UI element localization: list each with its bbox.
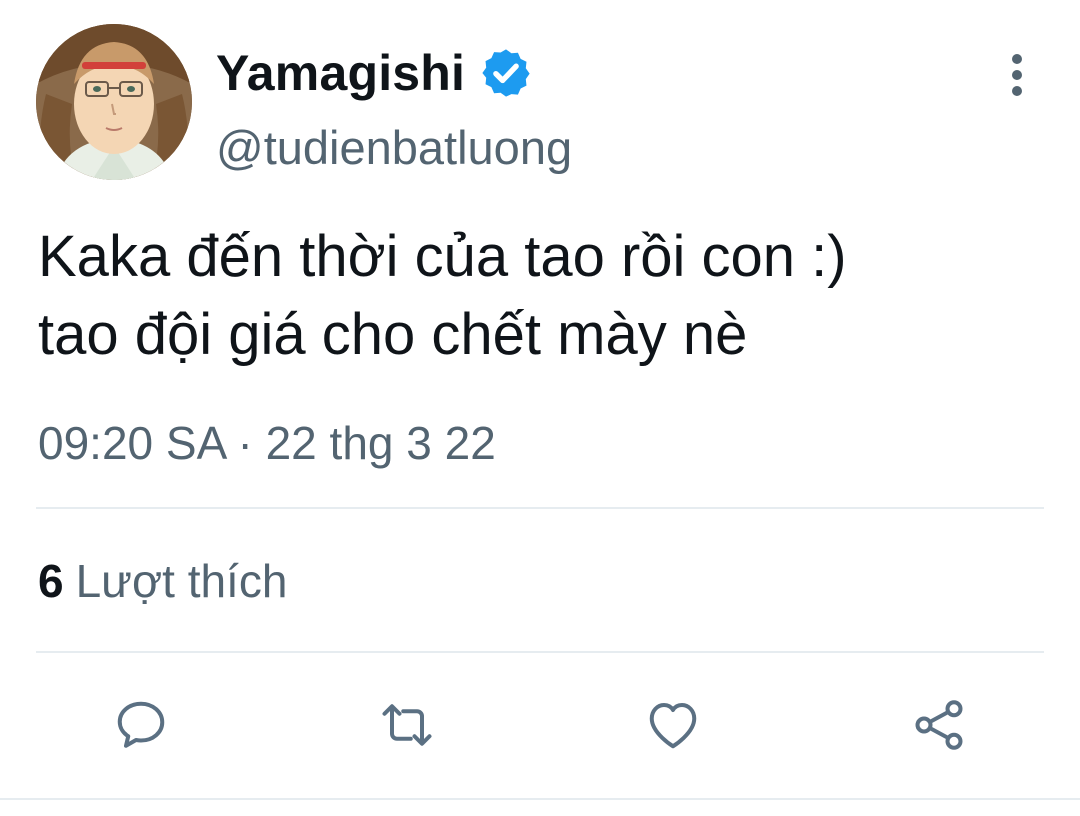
author-name[interactable]: Yamagishi <box>216 44 465 102</box>
avatar[interactable] <box>36 24 192 180</box>
likes-label: Lượt thích <box>75 555 288 607</box>
tweet-text-line: tao đội giá cho chết mày nè <box>38 302 748 367</box>
comment-icon <box>117 701 165 748</box>
retweet-icon <box>382 704 432 746</box>
reply-button[interactable] <box>110 694 172 756</box>
avatar-image <box>36 24 192 180</box>
divider <box>36 507 1044 509</box>
author-handle[interactable]: @tudienbatluong <box>216 120 572 175</box>
divider <box>36 651 1044 653</box>
share-button[interactable] <box>908 694 970 756</box>
tweet-text-line: Kaka đến thời của tao rồi con :) <box>38 224 847 289</box>
divider <box>0 798 1080 800</box>
verified-badge-icon <box>482 49 530 97</box>
more-dot-icon <box>1012 86 1022 96</box>
more-options-button[interactable] <box>996 48 1038 102</box>
heart-icon <box>649 703 697 749</box>
more-dot-icon <box>1012 54 1022 64</box>
display-name[interactable]: Yamagishi <box>216 40 533 106</box>
share-icon <box>915 700 963 750</box>
more-dot-icon <box>1012 70 1022 80</box>
tweet-timestamp[interactable]: 09:20 SA · 22 thg 3 22 <box>38 416 496 470</box>
tweet-text: Kaka đến thời của tao rồi con :) tao đội… <box>38 218 1048 374</box>
likes-count-link[interactable]: 6 Lượt thích <box>38 554 287 608</box>
retweet-button[interactable] <box>376 694 438 756</box>
like-button[interactable] <box>642 694 704 756</box>
likes-count: 6 <box>38 555 64 607</box>
